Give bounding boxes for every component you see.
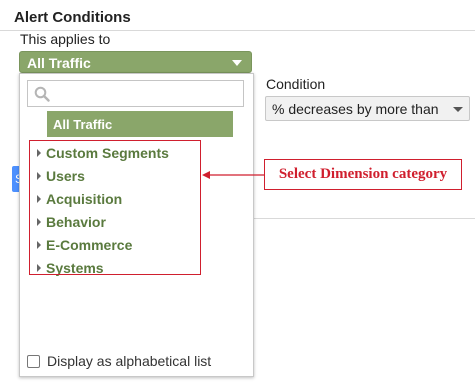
applies-to-label: This applies to <box>20 31 111 47</box>
section-divider <box>254 218 475 219</box>
search-icon <box>34 86 50 102</box>
condition-label: Condition <box>266 76 326 92</box>
alphabetical-list-option[interactable]: Display as alphabetical list <box>27 353 211 369</box>
condition-selected-value: % decreases by more than <box>272 101 439 117</box>
alert-conditions-title: Alert Conditions <box>14 9 131 26</box>
dimension-search-input[interactable] <box>27 80 244 107</box>
annotation-callout: Select Dimension category <box>264 159 462 190</box>
condition-select[interactable]: % decreases by more than <box>265 96 470 121</box>
alphabetical-label: Display as alphabetical list <box>47 353 212 369</box>
annotation-arrow-icon <box>202 171 264 179</box>
alphabetical-checkbox[interactable] <box>27 354 40 368</box>
applies-to-selected-value: All Traffic <box>27 55 91 71</box>
chevron-down-icon <box>453 107 463 112</box>
chevron-down-icon <box>232 60 242 66</box>
applies-to-select[interactable]: All Traffic <box>19 51 252 73</box>
annotation-highlight-box <box>29 140 201 275</box>
dropdown-item-all-traffic[interactable]: All Traffic <box>47 111 233 137</box>
